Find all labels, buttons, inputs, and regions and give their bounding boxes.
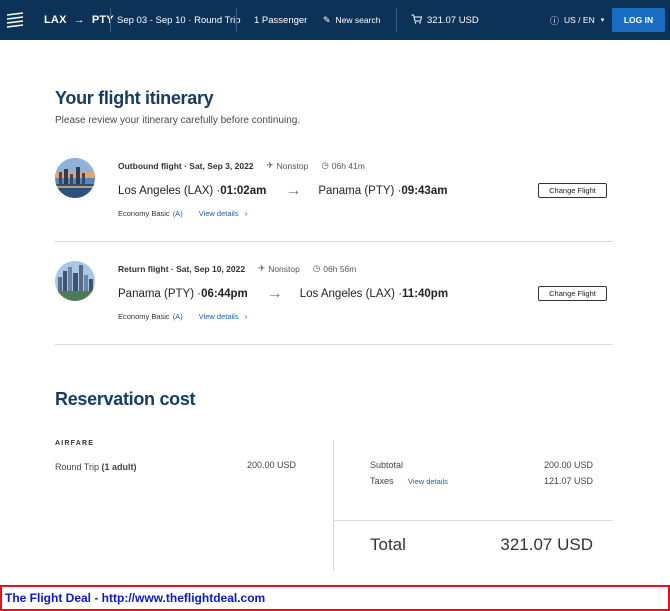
cart-total: 321.07 USD <box>427 14 479 26</box>
total-amount: 321.07 USD <box>500 535 593 554</box>
departure-time: 06:44pm <box>201 288 248 300</box>
taxes-label: Taxes <box>370 476 394 486</box>
fare-class: Economy Basic <box>118 209 170 218</box>
watermark-banner: The Flight Deal - http://www.theflightde… <box>0 585 670 611</box>
arrow-right-icon: → <box>285 182 302 199</box>
stops-text: Nonstop <box>268 263 300 274</box>
plane-icon: ✈ <box>258 263 266 273</box>
airfare-heading: AIRFARE <box>55 440 95 447</box>
reservation-cost-title: Reservation cost <box>55 389 196 409</box>
locale-selector[interactable]: ⓘ US / EN ▾ <box>550 0 604 40</box>
destination-photo <box>55 261 95 301</box>
arrival-city: Los Angeles (LAX) · <box>299 288 403 300</box>
column-divider <box>333 440 334 570</box>
plane-icon: ✈ <box>266 160 274 170</box>
flight-label: Return flight · Sat, Sep 10, 2022 <box>118 263 246 274</box>
route-summary: LAX → PTY <box>44 0 114 40</box>
subtotal-label: Subtotal <box>370 460 404 470</box>
total-divider <box>334 520 613 521</box>
arrow-right-icon: → <box>266 285 283 302</box>
departure-time: 01:02am <box>220 185 267 197</box>
view-details-link[interactable]: View details <box>199 209 239 218</box>
fare-info: Economy Basic (A) View details › <box>118 209 247 218</box>
new-search-button[interactable]: ✎ New search <box>323 0 380 40</box>
total-label: Total <box>370 535 406 554</box>
fare-code-link[interactable]: (A) <box>173 312 183 321</box>
nonstop-info: ✈ Nonstop <box>255 263 300 274</box>
taxes-row: Taxes View details <box>370 476 448 486</box>
trip-dates: Sep 03 - Sep 10 · Round Trip <box>117 14 241 26</box>
arrow-right-icon: → <box>73 14 85 26</box>
airline-logo-icon[interactable] <box>0 0 30 40</box>
cart-button[interactable]: 321.07 USD <box>411 0 479 40</box>
round-trip-label: Round Trip (1 adult) <box>55 462 137 472</box>
pencil-icon: ✎ <box>323 14 331 25</box>
stops-text: Nonstop <box>276 160 309 171</box>
airfare-amount: 200.00 USD <box>246 460 296 470</box>
login-button[interactable]: LOG IN <box>612 8 665 32</box>
divider <box>236 8 237 32</box>
flight-label: Outbound flight · Sat, Sep 3, 2022 <box>118 160 254 171</box>
top-navigation-bar: LAX → PTY Sep 03 - Sep 10 · Round Trip 1… <box>0 0 670 40</box>
taxes-view-details-link[interactable]: View details <box>408 477 448 486</box>
cart-icon <box>411 14 423 26</box>
subtotal-amount: 200.00 USD <box>543 460 593 470</box>
section-divider <box>55 241 613 242</box>
flight-meta: Outbound flight · Sat, Sep 3, 2022 ✈ Non… <box>118 160 365 171</box>
fare-class: Economy Basic <box>118 312 170 321</box>
clock-icon: ◷ <box>321 160 329 170</box>
flight-times: Los Angeles (LAX) · 01:02am → Panama (PT… <box>118 182 447 200</box>
chevron-down-icon: ▾ <box>600 17 605 24</box>
duration-text: 06h 41m <box>331 160 365 171</box>
page-subtitle: Please review your itinerary carefully b… <box>55 115 301 126</box>
divider <box>110 8 111 32</box>
origin-code: LAX <box>44 14 67 26</box>
view-details-link[interactable]: View details <box>199 312 239 321</box>
new-search-label: New search <box>335 15 381 25</box>
outbound-flight-card: Outbound flight · Sat, Sep 3, 2022 ✈ Non… <box>55 158 613 228</box>
passenger-count: 1 Passenger <box>254 14 308 26</box>
return-flight-card: Return flight · Sat, Sep 10, 2022 ✈ Nons… <box>55 261 613 331</box>
trip-type: Round Trip <box>55 462 102 472</box>
locale-label: US / EN <box>564 15 595 25</box>
chevron-right-icon: › <box>244 209 248 218</box>
duration-text: 06h 56m <box>323 263 357 274</box>
divider <box>396 8 397 32</box>
arrival-time: 11:40pm <box>402 288 449 300</box>
arrival-city: Panama (PTY) · <box>318 185 402 197</box>
duration-info: ◷ 06h 41m <box>318 160 365 171</box>
chevron-right-icon: › <box>244 312 248 321</box>
fare-info: Economy Basic (A) View details › <box>118 312 247 321</box>
duration-info: ◷ 06h 56m <box>310 263 357 274</box>
page-title: Your flight itinerary <box>55 88 214 108</box>
info-icon: ⓘ <box>550 15 560 26</box>
departure-city: Los Angeles (LAX) · <box>118 185 221 197</box>
nonstop-info: ✈ Nonstop <box>264 160 309 171</box>
section-divider <box>55 344 613 345</box>
arrival-time: 09:43am <box>401 185 448 197</box>
departure-city: Panama (PTY) · <box>118 288 202 300</box>
taxes-amount: 121.07 USD <box>543 476 593 486</box>
change-flight-button[interactable]: Change Flight <box>538 183 607 198</box>
passenger-breakdown: (1 adult) <box>101 462 137 472</box>
fare-code-link[interactable]: (A) <box>173 209 183 218</box>
flight-times: Panama (PTY) · 06:44pm → Los Angeles (LA… <box>118 285 448 303</box>
flight-meta: Return flight · Sat, Sep 10, 2022 ✈ Nons… <box>118 263 356 274</box>
destination-photo <box>55 158 95 198</box>
clock-icon: ◷ <box>312 263 321 273</box>
change-flight-button[interactable]: Change Flight <box>538 286 607 301</box>
